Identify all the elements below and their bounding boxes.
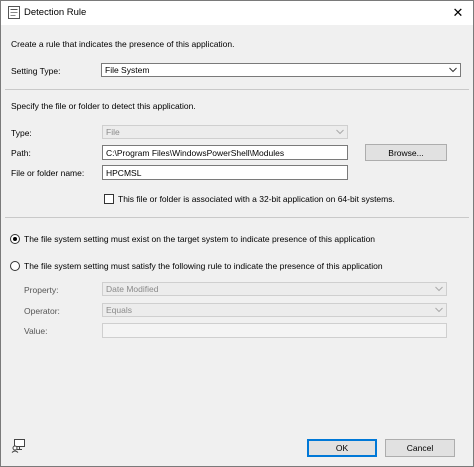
- separator: [5, 89, 469, 90]
- browse-button[interactable]: Browse...: [365, 144, 447, 161]
- setting-type-dropdown[interactable]: File System: [101, 63, 461, 77]
- property-label: Property:: [24, 285, 59, 295]
- file-name-label: File or folder name:: [11, 168, 85, 178]
- type-value: File: [106, 127, 120, 137]
- ok-button[interactable]: OK: [307, 439, 377, 457]
- file-name-input[interactable]: HPCMSL: [102, 165, 348, 180]
- operator-label: Operator:: [24, 306, 60, 316]
- application-window-icon: [8, 6, 20, 19]
- chevron-down-icon: [435, 286, 443, 292]
- exist-radio-label: The file system setting must exist on th…: [24, 234, 376, 244]
- path-label: Path:: [11, 148, 31, 158]
- type-dropdown[interactable]: File: [102, 125, 348, 139]
- type-label: Type:: [11, 128, 32, 138]
- property-dropdown[interactable]: Date Modified: [102, 282, 447, 296]
- intro-text: Create a rule that indicates the presenc…: [11, 39, 235, 49]
- rule-radio[interactable]: [10, 261, 20, 271]
- window-title: Detection Rule: [24, 7, 87, 18]
- separator: [5, 217, 469, 218]
- property-value: Date Modified: [106, 284, 159, 294]
- detection-rule-dialog: Detection Rule ✕ Create a rule that indi…: [0, 0, 474, 467]
- 32bit-checkbox[interactable]: [104, 194, 114, 204]
- chevron-down-icon: [435, 307, 443, 313]
- value-label: Value:: [24, 326, 48, 336]
- close-icon: ✕: [452, 5, 464, 20]
- value-input[interactable]: [102, 323, 447, 338]
- chevron-down-icon: [336, 129, 344, 135]
- rule-radio-label: The file system setting must satisfy the…: [24, 261, 383, 271]
- close-button[interactable]: ✕: [443, 1, 473, 25]
- path-input[interactable]: C:\Program Files\WindowsPowerShell\Modul…: [102, 145, 348, 160]
- chevron-down-icon: [449, 67, 457, 73]
- path-value: C:\Program Files\WindowsPowerShell\Modul…: [106, 148, 285, 158]
- 32bit-checkbox-label: This file or folder is associated with a…: [118, 194, 395, 204]
- computer-user-icon: [11, 439, 25, 453]
- file-section-heading: Specify the file or folder to detect thi…: [11, 101, 196, 111]
- title-bar: Detection Rule ✕: [1, 1, 473, 25]
- operator-dropdown[interactable]: Equals: [102, 303, 447, 317]
- cancel-button[interactable]: Cancel: [385, 439, 455, 457]
- setting-type-label: Setting Type:: [11, 66, 61, 76]
- operator-value: Equals: [106, 305, 132, 315]
- file-name-value: HPCMSL: [106, 168, 142, 178]
- setting-type-value: File System: [105, 65, 150, 75]
- exist-radio[interactable]: [10, 234, 20, 244]
